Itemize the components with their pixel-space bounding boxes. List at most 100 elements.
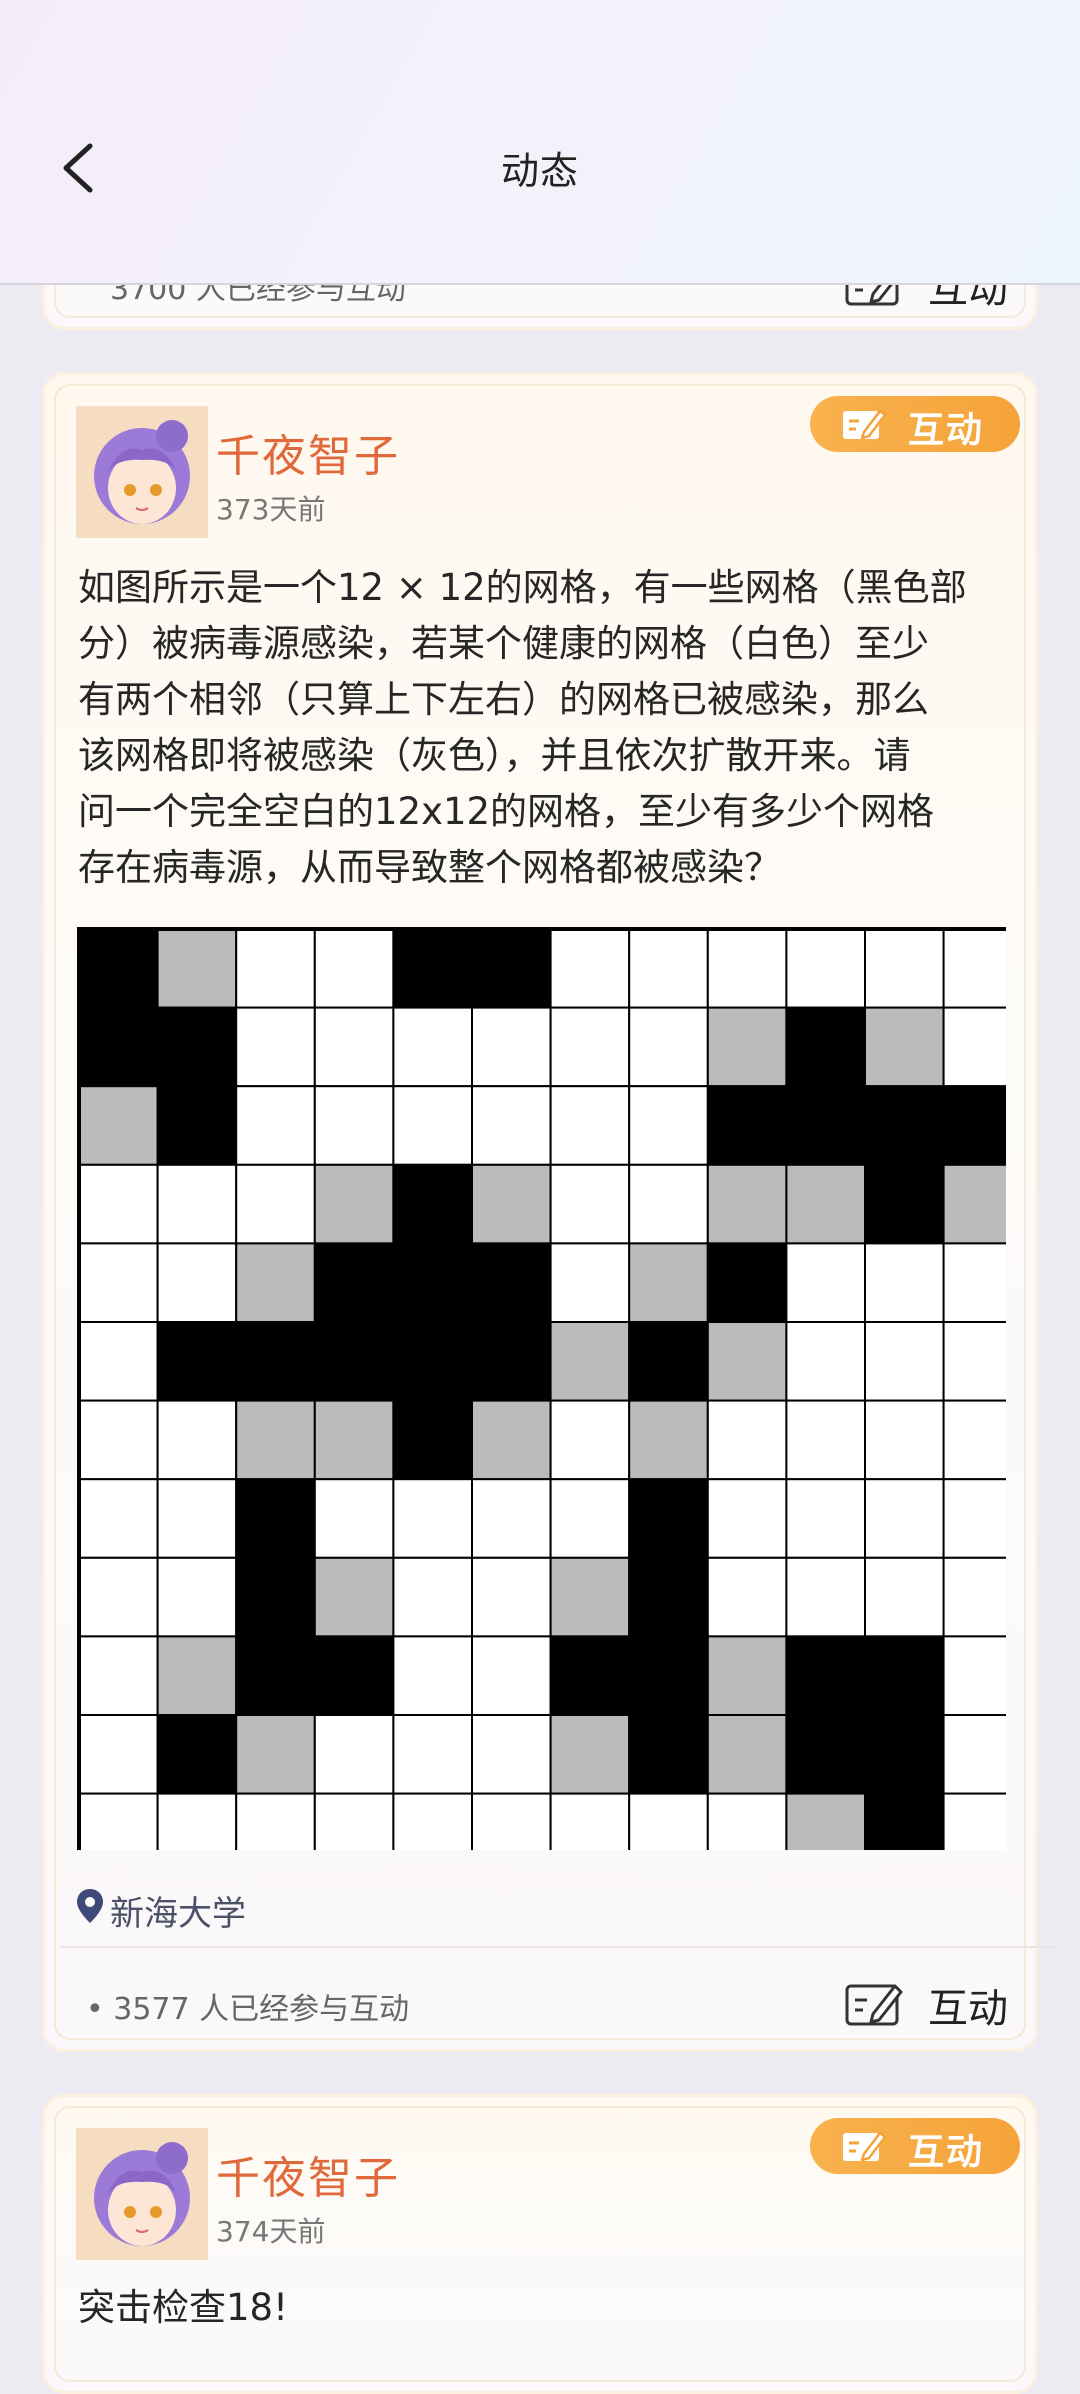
grid-cell bbox=[156, 1792, 238, 1850]
grid-cell bbox=[156, 1399, 238, 1481]
grid-cell bbox=[864, 1242, 945, 1323]
grid-cell bbox=[313, 1399, 395, 1481]
grid-cell bbox=[313, 1792, 395, 1850]
grid-cell bbox=[942, 1635, 1006, 1717]
grid-cell bbox=[706, 1163, 788, 1245]
grid-cell bbox=[471, 1635, 552, 1717]
grid-cell bbox=[706, 1714, 788, 1795]
grid-cell bbox=[785, 1006, 867, 1088]
grid-cell bbox=[156, 1163, 238, 1245]
grid-cell bbox=[549, 1635, 631, 1717]
grid-cell bbox=[235, 1163, 316, 1245]
grid-cell bbox=[313, 1321, 395, 1402]
grid-cell bbox=[785, 1478, 867, 1559]
author-name[interactable]: 千夜智子 bbox=[216, 420, 400, 484]
grid-cell bbox=[864, 1635, 945, 1717]
grid-cell bbox=[628, 1085, 709, 1166]
grid-cell bbox=[313, 1085, 395, 1166]
grid-cell bbox=[235, 1085, 316, 1166]
grid-cell bbox=[156, 1006, 238, 1088]
grid-cell bbox=[313, 1163, 395, 1245]
grid-cell bbox=[942, 1321, 1006, 1402]
grid-cell bbox=[549, 1006, 631, 1088]
grid-cell bbox=[785, 1556, 867, 1638]
grid-cell bbox=[628, 1006, 709, 1088]
grid-cell bbox=[235, 1635, 316, 1717]
grid-cell bbox=[471, 1792, 552, 1850]
grid-cell bbox=[392, 1556, 473, 1638]
grid-cell bbox=[313, 1556, 395, 1638]
grid-cell bbox=[864, 928, 945, 1009]
grid-cell bbox=[471, 1085, 552, 1166]
grid-cell bbox=[392, 1635, 473, 1717]
grid-cell bbox=[628, 1714, 709, 1795]
grid-cell bbox=[156, 928, 238, 1009]
grid-cell bbox=[549, 1242, 631, 1323]
grid-cell bbox=[942, 1792, 1006, 1850]
grid-cell bbox=[864, 1714, 945, 1795]
post-text-line: 如图所示是一个12 × 12的网格，有一些网格（黑色部 bbox=[78, 566, 967, 609]
grid-cell bbox=[78, 1556, 159, 1638]
grid-cell bbox=[785, 928, 867, 1009]
interact-button[interactable]: 互动 bbox=[845, 1976, 1035, 2032]
grid-cell bbox=[392, 1792, 473, 1850]
grid-cell bbox=[706, 1792, 788, 1850]
avatar[interactable] bbox=[76, 406, 208, 538]
grid-cell bbox=[471, 1006, 552, 1088]
grid-cell bbox=[392, 1399, 473, 1481]
puzzle-grid bbox=[77, 927, 1006, 1850]
edit-note-icon bbox=[843, 409, 886, 440]
grid-cell bbox=[628, 1242, 709, 1323]
grid-cell bbox=[549, 1714, 631, 1795]
avatar-image bbox=[76, 2128, 208, 2260]
puzzle-image[interactable] bbox=[76, 926, 1006, 1850]
grid-cell bbox=[471, 1714, 552, 1795]
post-body: 如图所示是一个12 × 12的网格，有一些网格（黑色部 分）被病毒源感染，若某个… bbox=[78, 560, 1018, 896]
grid-cell bbox=[471, 928, 552, 1009]
grid-cell bbox=[392, 1006, 473, 1088]
grid-cell bbox=[864, 1006, 945, 1088]
grid-cell bbox=[156, 1242, 238, 1323]
grid-cell bbox=[706, 928, 788, 1009]
grid-cell bbox=[628, 1321, 709, 1402]
grid-cell bbox=[392, 1163, 473, 1245]
grid-cell bbox=[864, 1556, 945, 1638]
grid-cell bbox=[628, 1792, 709, 1850]
edit-note-icon bbox=[843, 2131, 886, 2162]
grid-cell bbox=[628, 1635, 709, 1717]
grid-cell bbox=[628, 1399, 709, 1481]
author-name[interactable]: 千夜智子 bbox=[216, 2142, 400, 2206]
grid-cell bbox=[785, 1321, 867, 1402]
interact-badge[interactable]: 互动 bbox=[810, 396, 1020, 452]
top-bar: 动态 bbox=[0, 0, 1080, 285]
grid-cell bbox=[78, 1085, 159, 1166]
grid-cell bbox=[471, 1242, 552, 1323]
grid-cell bbox=[706, 1478, 788, 1559]
grid-cell bbox=[864, 1792, 945, 1850]
grid-cell bbox=[628, 1556, 709, 1638]
grid-cell bbox=[156, 1478, 238, 1559]
grid-cell bbox=[78, 1006, 159, 1088]
grid-cell bbox=[864, 1399, 945, 1481]
grid-cell bbox=[864, 1478, 945, 1559]
page-title: 动态 bbox=[500, 149, 579, 193]
grid-cell bbox=[706, 1085, 788, 1166]
divider bbox=[60, 1946, 1056, 1948]
grid-cell bbox=[549, 1792, 631, 1850]
grid-cell bbox=[78, 1321, 159, 1402]
grid-cell bbox=[549, 1163, 631, 1245]
grid-cell bbox=[706, 1635, 788, 1717]
grid-cell bbox=[392, 1242, 473, 1323]
grid-cell bbox=[942, 1478, 1006, 1559]
grid-cell bbox=[785, 1163, 867, 1245]
grid-cell bbox=[471, 1163, 552, 1245]
grid-cell bbox=[785, 1242, 867, 1323]
grid-cell bbox=[706, 1556, 788, 1638]
grid-cell bbox=[156, 1321, 238, 1402]
grid-cell bbox=[78, 1714, 159, 1795]
avatar[interactable] bbox=[76, 2128, 208, 2260]
grid-cell bbox=[706, 1399, 788, 1481]
post-text-line: 突击检查18! bbox=[78, 2286, 288, 2329]
grid-cell bbox=[706, 1242, 788, 1323]
interact-badge[interactable]: 互动 bbox=[810, 2118, 1020, 2174]
